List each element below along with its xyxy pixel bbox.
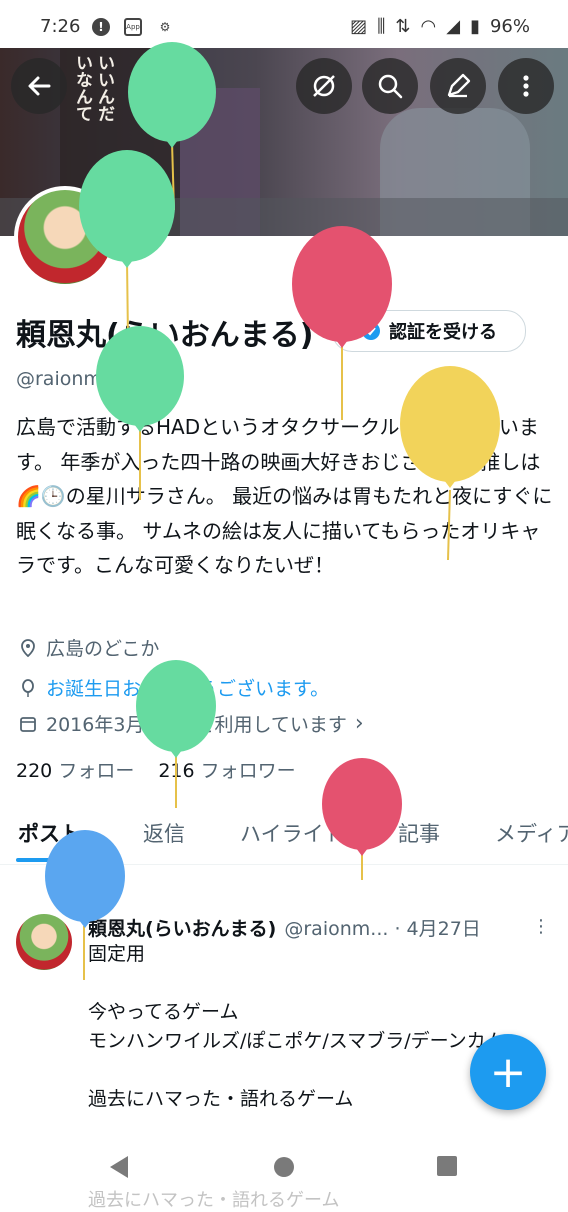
balloon-icon — [400, 366, 500, 561]
nav-back-icon[interactable] — [106, 1154, 130, 1180]
nav-ghost-text: 過去にハマった・語れるゲーム — [88, 1190, 340, 1211]
plus-icon: + — [489, 1046, 527, 1098]
compose-button[interactable]: + — [470, 1034, 546, 1110]
balloon-icon — [292, 226, 392, 420]
nav-recents-icon[interactable] — [436, 1155, 458, 1177]
balloon-icon — [136, 660, 216, 808]
balloon-icon — [322, 758, 402, 880]
balloon-icon — [96, 326, 184, 500]
nav-home-icon[interactable] — [272, 1155, 296, 1179]
balloons-overlay — [45, 42, 500, 980]
balloon-icon — [45, 830, 125, 980]
balloon-icon — [79, 150, 175, 341]
android-nav-bar: 過去にハマった・語れるゲーム — [0, 1134, 568, 1211]
